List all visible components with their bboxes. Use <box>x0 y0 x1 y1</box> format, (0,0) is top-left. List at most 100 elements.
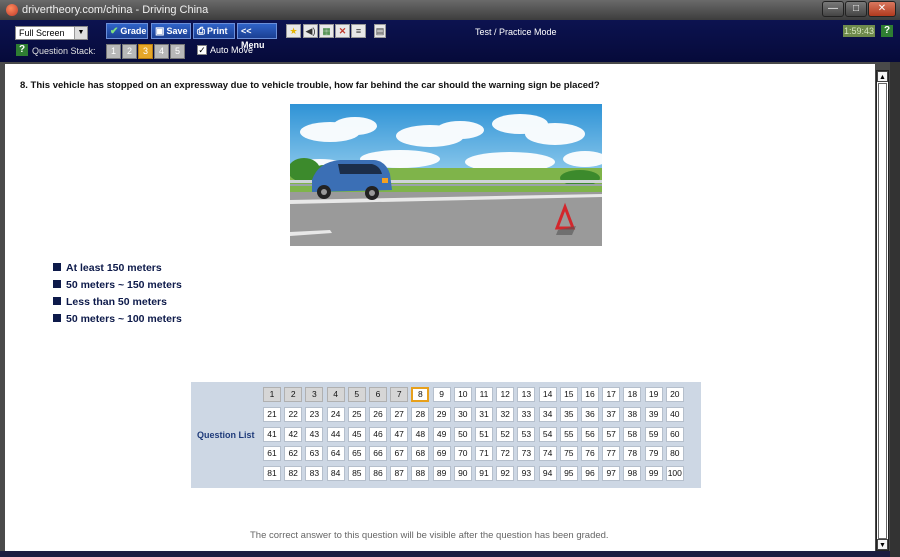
question-number-57[interactable]: 57 <box>602 426 621 442</box>
question-number-97[interactable]: 97 <box>602 466 621 482</box>
notes-icon[interactable]: ≡ <box>351 24 366 38</box>
question-number-58[interactable]: 58 <box>623 426 642 442</box>
question-number-63[interactable]: 63 <box>305 446 324 462</box>
question-number-4[interactable]: 4 <box>326 387 345 402</box>
question-stack-5[interactable]: 5 <box>170 44 185 59</box>
question-number-12[interactable]: 12 <box>496 387 515 402</box>
scroll-up-arrow-icon[interactable]: ▲ <box>877 71 888 82</box>
question-number-100[interactable]: 100 <box>665 466 684 482</box>
question-number-23[interactable]: 23 <box>305 406 324 422</box>
answer-option[interactable]: At least 150 meters <box>53 262 182 279</box>
question-number-38[interactable]: 38 <box>623 406 642 422</box>
question-number-44[interactable]: 44 <box>326 426 345 442</box>
question-number-83[interactable]: 83 <box>305 466 324 482</box>
question-number-75[interactable]: 75 <box>559 446 578 462</box>
question-number-46[interactable]: 46 <box>369 426 387 442</box>
question-number-68[interactable]: 68 <box>411 446 430 462</box>
question-stack-1[interactable]: 1 <box>106 44 121 59</box>
question-number-67[interactable]: 67 <box>390 446 409 462</box>
question-number-78[interactable]: 78 <box>623 446 642 462</box>
scroll-down-arrow-icon[interactable]: ▼ <box>877 539 888 550</box>
maximize-button[interactable]: □ <box>845 1 867 17</box>
question-number-32[interactable]: 32 <box>496 406 515 422</box>
answer-option[interactable]: 50 meters ~ 100 meters <box>53 313 182 330</box>
question-stack-2[interactable]: 2 <box>122 44 137 59</box>
question-number-95[interactable]: 95 <box>559 466 578 482</box>
question-stack-4[interactable]: 4 <box>154 44 169 59</box>
question-number-15[interactable]: 15 <box>559 387 578 402</box>
question-number-64[interactable]: 64 <box>326 446 345 462</box>
question-number-16[interactable]: 16 <box>581 387 599 402</box>
question-number-90[interactable]: 90 <box>453 466 472 482</box>
question-number-86[interactable]: 86 <box>369 466 387 482</box>
question-number-79[interactable]: 79 <box>644 446 663 462</box>
question-number-49[interactable]: 49 <box>432 426 451 442</box>
question-number-37[interactable]: 37 <box>602 406 621 422</box>
question-number-60[interactable]: 60 <box>665 426 684 442</box>
question-number-27[interactable]: 27 <box>390 406 409 422</box>
question-number-28[interactable]: 28 <box>411 406 430 422</box>
question-number-31[interactable]: 31 <box>475 406 493 422</box>
question-number-65[interactable]: 65 <box>347 446 366 462</box>
question-number-47[interactable]: 47 <box>390 426 409 442</box>
question-number-52[interactable]: 52 <box>496 426 515 442</box>
question-number-19[interactable]: 19 <box>644 387 663 402</box>
question-number-89[interactable]: 89 <box>432 466 451 482</box>
question-number-99[interactable]: 99 <box>644 466 663 482</box>
save-button[interactable]: ▣ Save <box>151 23 191 39</box>
question-number-84[interactable]: 84 <box>326 466 345 482</box>
question-number-13[interactable]: 13 <box>517 387 536 402</box>
question-number-98[interactable]: 98 <box>623 466 642 482</box>
question-number-80[interactable]: 80 <box>665 446 684 462</box>
question-number-26[interactable]: 26 <box>369 406 387 422</box>
question-number-29[interactable]: 29 <box>432 406 451 422</box>
question-number-1[interactable]: 1 <box>263 387 281 402</box>
question-number-77[interactable]: 77 <box>602 446 621 462</box>
question-number-55[interactable]: 55 <box>559 426 578 442</box>
close-button[interactable]: ✕ <box>868 1 896 17</box>
calculator-icon[interactable]: ▤ <box>374 24 386 38</box>
print-button[interactable]: ⎙ Print <box>193 23 235 39</box>
question-number-70[interactable]: 70 <box>453 446 472 462</box>
question-number-3[interactable]: 3 <box>305 387 324 402</box>
question-number-2[interactable]: 2 <box>284 387 303 402</box>
question-number-66[interactable]: 66 <box>369 446 387 462</box>
question-number-94[interactable]: 94 <box>538 466 557 482</box>
question-stack-3[interactable]: 3 <box>138 44 153 59</box>
question-number-6[interactable]: 6 <box>369 387 387 402</box>
view-mode-select[interactable]: Full Screen ▼ <box>15 26 88 40</box>
answer-option[interactable]: 50 meters ~ 150 meters <box>53 279 182 296</box>
question-stack-help-icon[interactable]: ? <box>16 44 28 56</box>
question-number-54[interactable]: 54 <box>538 426 557 442</box>
question-number-20[interactable]: 20 <box>665 387 684 402</box>
question-number-62[interactable]: 62 <box>284 446 303 462</box>
question-number-71[interactable]: 71 <box>475 446 493 462</box>
question-number-8[interactable]: 8 <box>411 387 430 402</box>
question-number-24[interactable]: 24 <box>326 406 345 422</box>
speaker-icon[interactable]: ◀) <box>303 24 318 38</box>
question-number-35[interactable]: 35 <box>559 406 578 422</box>
question-number-88[interactable]: 88 <box>411 466 430 482</box>
no-picture-icon[interactable]: ✕ <box>335 24 350 38</box>
star-bookmark-icon[interactable]: ★ <box>286 24 301 38</box>
question-number-81[interactable]: 81 <box>263 466 281 482</box>
answer-option[interactable]: Less than 50 meters <box>53 296 182 313</box>
question-number-5[interactable]: 5 <box>347 387 366 402</box>
question-number-43[interactable]: 43 <box>305 426 324 442</box>
question-number-61[interactable]: 61 <box>263 446 281 462</box>
picture-icon[interactable]: ▦ <box>319 24 334 38</box>
question-number-76[interactable]: 76 <box>581 446 599 462</box>
question-number-9[interactable]: 9 <box>432 387 451 402</box>
question-number-85[interactable]: 85 <box>347 466 366 482</box>
vertical-scrollbar[interactable]: ▲ ▼ <box>876 70 889 551</box>
menu-button[interactable]: << Menu <box>237 23 277 50</box>
question-number-41[interactable]: 41 <box>263 426 281 442</box>
question-number-51[interactable]: 51 <box>475 426 493 442</box>
question-number-48[interactable]: 48 <box>411 426 430 442</box>
question-number-87[interactable]: 87 <box>390 466 409 482</box>
question-number-17[interactable]: 17 <box>602 387 621 402</box>
help-icon[interactable]: ? <box>881 25 893 37</box>
question-number-22[interactable]: 22 <box>284 406 303 422</box>
question-number-36[interactable]: 36 <box>581 406 599 422</box>
question-number-92[interactable]: 92 <box>496 466 515 482</box>
